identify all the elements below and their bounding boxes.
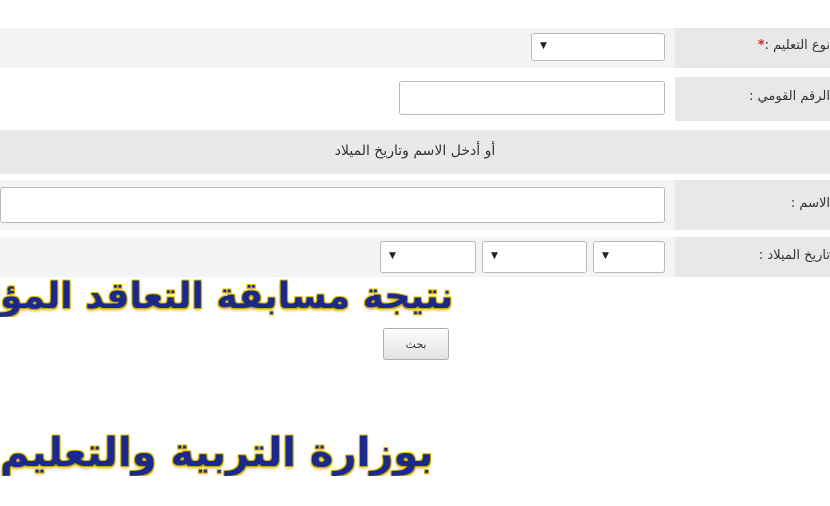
birth-date-label-cell: تاريخ الميلاد : — [675, 237, 830, 277]
national-id-label-cell: الرقم القومي : — [675, 77, 830, 121]
chevron-down-icon: ▼ — [602, 251, 609, 261]
birth-month-select[interactable]: ▼ — [482, 241, 587, 273]
chevron-down-icon: ▼ — [491, 251, 498, 261]
education-type-select[interactable]: ▼ — [531, 33, 665, 61]
name-row: الاسم : — [0, 180, 830, 230]
national-id-input[interactable] — [399, 81, 665, 115]
or-section-row: أو أدخل الاسم وتاريخ الميلاد — [0, 130, 830, 174]
required-mark: * — [757, 38, 765, 53]
education-type-label-cell: نوع التعليم :* — [675, 28, 830, 68]
birth-date-row: تاريخ الميلاد : ▼ ▼ ▼ — [0, 237, 830, 277]
headline-contest-result: نتيجة مسابقة التعاقد المؤ — [0, 276, 454, 317]
name-label-cell: الاسم : — [675, 180, 830, 230]
national-id-row: الرقم القومي : — [0, 77, 830, 121]
name-input[interactable] — [0, 187, 665, 223]
education-type-row: نوع التعليم :* ▼ — [0, 28, 830, 68]
or-section-text: أو أدخل الاسم وتاريخ الميلاد — [334, 143, 496, 159]
search-button[interactable]: بحث — [383, 328, 449, 360]
name-label: الاسم : — [790, 196, 830, 211]
birth-day-select[interactable]: ▼ — [593, 241, 665, 273]
birth-year-select[interactable]: ▼ — [380, 241, 476, 273]
education-type-label: نوع التعليم :* — [757, 38, 830, 53]
chevron-down-icon: ▼ — [540, 41, 547, 51]
national-id-label: الرقم القومي : — [749, 89, 830, 104]
birth-date-label: تاريخ الميلاد : — [758, 248, 830, 263]
chevron-down-icon: ▼ — [389, 251, 396, 261]
headline-ministry: بوزارة التربية والتعليم — [0, 430, 434, 476]
